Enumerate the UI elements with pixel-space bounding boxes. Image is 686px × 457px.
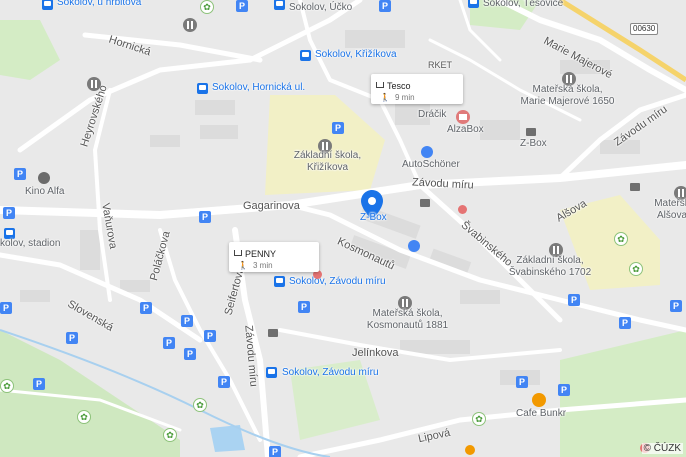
store-card-penny-time: 3 min [253,261,273,270]
bus-stop-icon[interactable] [468,0,479,8]
parking-icon: P [3,207,15,219]
parking-icon: P [199,211,211,223]
transit-label-zavodu-miru-1[interactable]: Sokolov, Závodu míru [289,276,386,287]
parking-icon: P [269,446,281,457]
park-icon[interactable]: ✿ [472,412,486,426]
parking-icon: P [184,348,196,360]
bus-stop-icon[interactable] [42,0,53,10]
transit-label-zavodu-miru-2[interactable]: Sokolov, Závodu míru [282,367,379,378]
park-icon[interactable]: ✿ [614,232,628,246]
parking-icon: P [236,0,248,12]
transit-label-stadion[interactable]: kolov, stadion [0,238,60,250]
poi-label-zs-svabinskeho[interactable]: Základní škola, Švabinského 1702 [495,255,605,279]
bus-stop-icon[interactable] [300,50,311,61]
parking-icon: P [558,384,570,396]
mail-icon [526,128,536,136]
car-icon[interactable] [421,146,433,158]
poi-label-ms-alsova[interactable]: Mateřsk Alšova [652,198,686,222]
poi-label-dracik[interactable]: Dráčik [418,109,446,121]
cafe-icon[interactable] [532,393,546,407]
poi-label-autoschoner[interactable]: AutoSchöner [402,159,460,171]
store-card-tesco-time: 9 min [395,93,415,102]
transit-label-hrbitov[interactable]: Sokolov, u hřbitova [57,0,141,8]
parking-icon: P [204,330,216,342]
parking-icon: P [163,337,175,349]
park-icon[interactable]: ✿ [193,398,207,412]
school-icon[interactable] [87,77,101,91]
store-card-penny[interactable]: PENNY 🚶 3 min [229,242,319,272]
map-copyright: © ČÚZK [641,443,683,454]
shopping-cart-icon [376,82,384,88]
cinema-icon[interactable] [38,172,50,184]
transit-label-hornicka[interactable]: Sokolov, Hornická ul. [212,82,305,93]
bus-stop-icon[interactable] [266,367,277,378]
mail-icon [268,329,278,337]
parking-icon: P [181,315,193,327]
street-label-gagarinova: Gagarinova [243,200,300,212]
park-icon[interactable]: ✿ [77,410,91,424]
parking-icon: P [516,376,528,388]
parking-icon: P [0,302,12,314]
parking-icon: P [670,300,682,312]
store-card-tesco[interactable]: Tesco 🚶 9 min [371,74,463,104]
school-icon[interactable] [183,18,197,32]
parking-icon: P [33,378,45,390]
parking-icon: P [619,317,631,329]
poi-label-ms-kosmonautu[interactable]: Mateřská škola, Kosmonautů 1881 [365,308,450,332]
poi-label-cafe-bunkr[interactable]: Cafe Bunkr [516,408,566,420]
mail-icon [420,199,430,207]
store-card-penny-name: PENNY [245,249,277,259]
shopping-bag-icon [458,205,467,214]
poi-label-kino-alfa[interactable]: Kino Alfa [25,186,64,198]
parking-icon: P [66,332,78,344]
wheelchair-icon [408,240,420,252]
shopping-cart-icon [234,250,242,256]
pin-label-zbox[interactable]: Z-Box [360,212,387,223]
mail-icon [630,183,640,191]
parking-icon: P [379,0,391,12]
transit-label-krizikova[interactable]: Sokolov, Křižíkova [315,49,397,60]
parking-icon: P [568,294,580,306]
bus-stop-icon[interactable] [274,276,285,287]
walking-icon: 🚶 [238,261,248,270]
bus-stop-icon[interactable] [274,0,285,10]
poi-label-alzabox[interactable]: AlzaBox [447,124,484,136]
parking-icon: P [140,302,152,314]
park-icon[interactable]: ✿ [163,428,177,442]
park-icon[interactable]: ✿ [629,262,643,276]
parking-icon: P [14,168,26,180]
poi-label-ms-marie-majerove[interactable]: Mateřská škola, Marie Majerové 1650 [520,84,615,108]
road-shield: 00630 [630,23,659,35]
transit-label-ucko[interactable]: Sokolov, Účko [289,2,352,14]
restaurant-icon [465,445,475,455]
park-icon[interactable]: ✿ [200,0,214,14]
walking-icon: 🚶 [380,93,390,102]
poi-label-zs-krizikova[interactable]: Základní škola, Křižíkova [290,150,365,174]
street-label-arket: RKET [428,60,453,70]
bus-stop-icon[interactable] [197,83,208,94]
poi-label-zbox-top[interactable]: Z-Box [520,138,547,150]
parking-icon: P [332,122,344,134]
park-icon[interactable]: ✿ [0,379,14,393]
parking-icon: P [218,376,230,388]
map-canvas[interactable]: Hornická Heyrovského Vaňurova Poláčkova … [0,0,686,457]
shopping-icon[interactable] [456,110,470,124]
transit-label-tesovice[interactable]: Sokolov, Těšovice [483,0,563,10]
street-label-jelinkova: Jelínkova [352,347,399,359]
parking-icon: P [298,301,310,313]
store-card-tesco-name: Tesco [387,81,411,91]
